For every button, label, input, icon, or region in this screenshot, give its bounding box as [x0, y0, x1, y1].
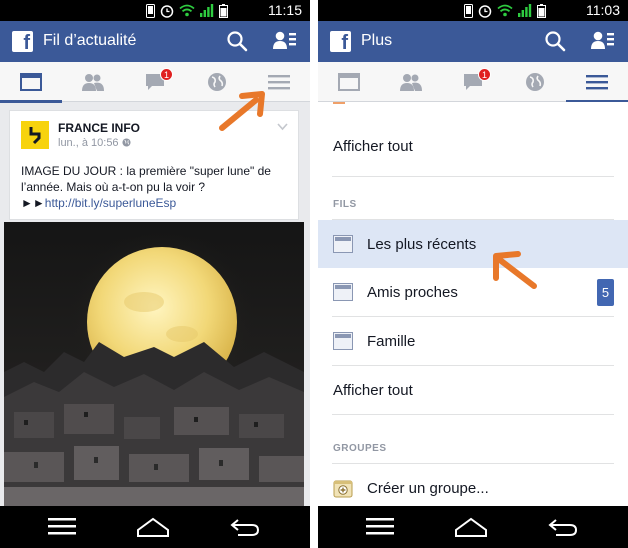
- status-icons: [464, 3, 546, 18]
- tab-news-feed[interactable]: [0, 62, 62, 103]
- friends-icon: [82, 74, 104, 91]
- menu-icon[interactable]: [366, 516, 394, 536]
- phone-icon: [146, 3, 155, 18]
- show-all-bottom-label: Afficher tout: [333, 381, 413, 399]
- feed-icon: [333, 332, 353, 350]
- menu-icon[interactable]: [48, 516, 76, 536]
- page-avatar[interactable]: [21, 121, 49, 149]
- feed-item-label: Les plus récents: [367, 235, 477, 253]
- france-info-logo-icon: [29, 127, 41, 145]
- feed-icon: [333, 235, 353, 253]
- divider: [332, 414, 614, 415]
- post-message: IMAGE DU JOUR : la première "super lune"…: [21, 164, 271, 194]
- feed-item-label: Famille: [367, 332, 416, 350]
- count-badge: 5: [597, 279, 614, 306]
- notifications-globe-icon: [208, 73, 226, 91]
- post-link-prefix: ►►: [21, 196, 45, 210]
- status-bar: 11:03: [318, 0, 628, 21]
- annotation-arrow-icon: [219, 91, 265, 131]
- post-time-text: lun., à 10:56: [58, 137, 119, 149]
- feed-item-label: Amis proches: [367, 283, 458, 301]
- friends-icon: [400, 74, 422, 91]
- tab-messages[interactable]: 1: [442, 62, 504, 102]
- tab-messages[interactable]: 1: [124, 62, 186, 102]
- wifi-icon: [179, 4, 195, 17]
- phone-screen-news-feed: 11:15 f Fil d’actualité 1 FRANCE INFO lu…: [0, 0, 310, 548]
- feed-icon: [333, 283, 353, 301]
- battery-icon: [219, 3, 228, 18]
- facebook-logo: f: [12, 31, 33, 54]
- tab-notifications[interactable]: [504, 62, 566, 102]
- wifi-icon: [497, 4, 513, 17]
- phone-screen-more-menu: 11:03 f Plus 1 Afficher tout FILS Les pl…: [318, 0, 628, 548]
- tab-friends[interactable]: [380, 62, 442, 102]
- android-nav-bar: [318, 506, 628, 548]
- messages-badge: 1: [478, 68, 491, 81]
- app-bar: f Fil d’actualité: [0, 21, 310, 62]
- status-time: 11:03: [586, 2, 620, 18]
- create-group-button[interactable]: Créer un groupe...: [318, 464, 628, 506]
- post-photo-super-moon[interactable]: [4, 222, 304, 507]
- feed-item-close-friends[interactable]: Amis proches 5: [318, 268, 628, 316]
- page-title: Fil d’actualité: [43, 32, 137, 49]
- messages-badge: 1: [160, 68, 173, 81]
- android-nav-bar: [0, 506, 310, 548]
- alarm-icon: [478, 4, 492, 18]
- alarm-icon: [160, 4, 174, 18]
- feed-item-family[interactable]: Famille: [318, 317, 628, 365]
- tab-friends[interactable]: [62, 62, 124, 102]
- home-icon[interactable]: [454, 516, 488, 538]
- chevron-down-icon[interactable]: [277, 121, 288, 132]
- back-icon[interactable]: [546, 516, 578, 538]
- clipped-menu-row: [333, 102, 345, 104]
- friend-requests-icon[interactable]: [273, 30, 297, 52]
- menu-icon: [586, 75, 608, 90]
- post-timestamp: lun., à 10:56: [58, 137, 131, 149]
- news-feed-icon: [338, 73, 360, 91]
- status-time: 11:15: [268, 2, 302, 18]
- search-icon[interactable]: [226, 30, 248, 52]
- divider: [332, 176, 614, 177]
- app-bar: f Plus: [318, 21, 628, 62]
- groups-section-header: GROUPES: [333, 443, 387, 454]
- tab-more[interactable]: [566, 62, 628, 103]
- feeds-section-header: FILS: [333, 199, 357, 210]
- notifications-globe-icon: [526, 73, 544, 91]
- show-all-top-button[interactable]: Afficher tout: [318, 122, 628, 170]
- home-icon[interactable]: [136, 516, 170, 538]
- friend-requests-icon[interactable]: [591, 30, 615, 52]
- signal-icon: [518, 4, 532, 17]
- search-icon[interactable]: [544, 30, 566, 52]
- facebook-logo: f: [330, 31, 351, 54]
- signal-icon: [200, 4, 214, 17]
- create-group-label: Créer un groupe...: [367, 479, 489, 497]
- menu-icon: [268, 75, 290, 90]
- post-author[interactable]: FRANCE INFO: [58, 121, 140, 135]
- create-group-icon: [333, 480, 353, 498]
- post-text: IMAGE DU JOUR : la première "super lune"…: [21, 163, 293, 211]
- back-icon[interactable]: [228, 516, 260, 538]
- phone-icon: [464, 3, 473, 18]
- news-feed-icon: [20, 73, 42, 91]
- tab-news-feed[interactable]: [318, 62, 380, 102]
- battery-icon: [537, 3, 546, 18]
- globe-icon: [122, 138, 131, 147]
- tab-bar: 1: [318, 62, 628, 103]
- status-bar: 11:15: [0, 0, 310, 21]
- annotation-arrow-icon: [493, 251, 537, 289]
- post-link[interactable]: http://bit.ly/superluneEsp: [45, 196, 176, 210]
- more-menu-list: Afficher tout FILS Les plus récents Amis…: [318, 102, 628, 506]
- page-title: Plus: [361, 32, 393, 49]
- feed-item-most-recent[interactable]: Les plus récents: [318, 220, 628, 268]
- show-all-top-label: Afficher tout: [333, 137, 413, 155]
- show-all-bottom-button[interactable]: Afficher tout: [318, 366, 628, 414]
- status-icons: [146, 3, 228, 18]
